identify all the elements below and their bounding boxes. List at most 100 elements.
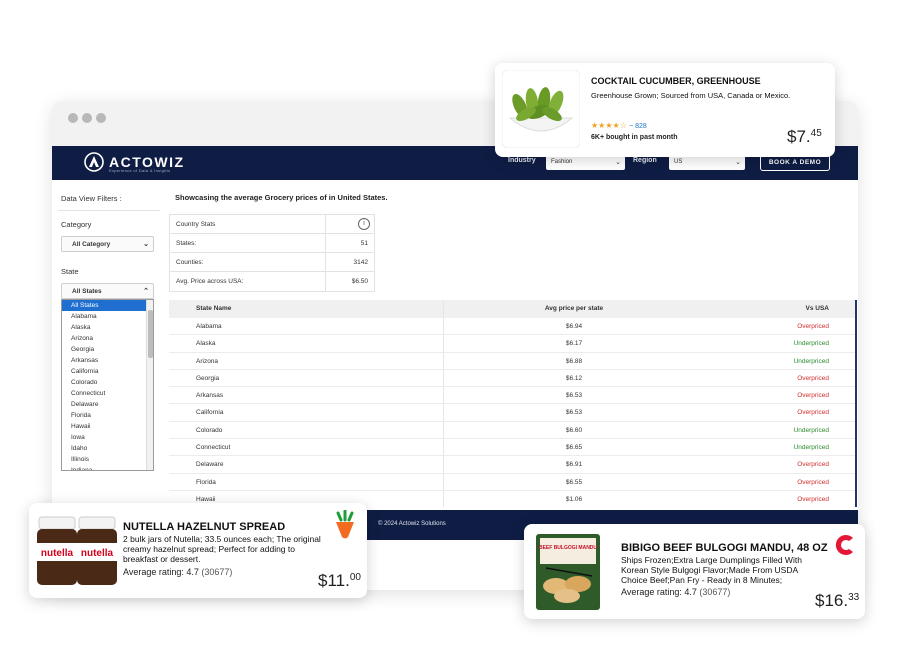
- state-option[interactable]: Arkansas: [62, 355, 153, 366]
- cell-avg-price: $6.53: [565, 392, 583, 400]
- column-divider: [325, 253, 326, 272]
- column-divider: [443, 404, 444, 421]
- cell-vs-usa: Overpriced: [797, 461, 829, 469]
- table-row[interactable]: Connecticut $6.65 Underpriced: [169, 439, 855, 457]
- stat-row: States: 51: [170, 234, 374, 253]
- costco-c-icon: [835, 535, 853, 555]
- product-description: 2 bulk jars of Nutella; 33.5 ounces each…: [123, 534, 321, 564]
- column-divider: [443, 439, 444, 456]
- state-option[interactable]: Iowa: [62, 432, 153, 443]
- stat-row: Avg. Price across USA: $6.50: [170, 272, 374, 291]
- copyright-text: © 2024 Actowiz Solutions: [378, 521, 446, 527]
- window-dot-maximize[interactable]: [96, 113, 106, 123]
- state-option[interactable]: Idaho: [62, 443, 153, 454]
- cell-state-name: California: [196, 409, 224, 417]
- star-rating-icon: ★★★★☆: [591, 121, 627, 130]
- product-title: COCKTAIL CUCUMBER, GREENHOUSE: [591, 76, 761, 86]
- nutella-jars-image: nutella nutella: [37, 516, 117, 585]
- state-option[interactable]: Alaska: [62, 322, 153, 333]
- cell-vs-usa: Underpriced: [793, 426, 829, 434]
- window-dot-close[interactable]: [68, 113, 78, 123]
- table-row[interactable]: California $6.53 Overpriced: [169, 404, 855, 422]
- state-option[interactable]: Arizona: [62, 333, 153, 344]
- cell-state-name: Colorado: [196, 426, 223, 434]
- cell-avg-price: $6.55: [565, 478, 583, 486]
- cell-vs-usa: Overpriced: [797, 409, 829, 417]
- brand-name: ACTOWIZ: [109, 154, 185, 170]
- table-row[interactable]: Arkansas $6.53 Overpriced: [169, 387, 855, 405]
- region-select[interactable]: US ⌄: [669, 155, 745, 170]
- industry-label: Industry: [508, 157, 536, 164]
- column-divider: [443, 387, 444, 404]
- cell-vs-usa: Underpriced: [793, 444, 829, 452]
- stat-label: States:: [176, 240, 197, 247]
- brand-tagline: Experience of Data & Insights: [109, 168, 171, 173]
- state-option[interactable]: Georgia: [62, 344, 153, 355]
- product-price: $11.00: [318, 571, 361, 591]
- column-divider: [443, 318, 444, 335]
- rating-row: Average rating: 4.7 (30677): [621, 587, 730, 597]
- divider: [58, 210, 160, 211]
- product-card-bibigo[interactable]: BEEF BULGOGI MANDU BIBIGO BEEF BULGOGI M…: [524, 524, 865, 619]
- window-dot-minimize[interactable]: [82, 113, 92, 123]
- table-row[interactable]: Alabama $6.94 Overpriced: [169, 318, 855, 336]
- industry-select[interactable]: Fashion ⌄: [546, 155, 625, 170]
- state-option[interactable]: California: [62, 366, 153, 377]
- table-row[interactable]: Delaware $6.91 Overpriced: [169, 456, 855, 474]
- cell-state-name: Hawaii: [196, 495, 216, 503]
- header-vs-usa[interactable]: Vs USA: [806, 305, 829, 312]
- state-option[interactable]: Illinois: [62, 454, 153, 465]
- state-option[interactable]: Colorado: [62, 377, 153, 388]
- state-option[interactable]: Delaware: [62, 399, 153, 410]
- cell-vs-usa: Overpriced: [797, 478, 829, 486]
- scrollbar-thumb[interactable]: [148, 310, 153, 358]
- column-divider: [443, 473, 444, 490]
- rating-row: Average rating: 4.7 (30677): [123, 567, 232, 577]
- table-header: State Name Avg price per state Vs USA: [169, 300, 855, 318]
- state-option[interactable]: Hawaii: [62, 421, 153, 432]
- stat-label: Avg. Price across USA:: [176, 278, 244, 285]
- chevron-down-icon: ⌄: [735, 159, 741, 166]
- table-row[interactable]: Alaska $6.17 Underpriced: [169, 335, 855, 353]
- region-select-value: US: [674, 159, 683, 165]
- price-main: $7.: [787, 127, 811, 146]
- header-avg-price[interactable]: Avg price per state: [499, 305, 649, 312]
- product-card-nutella[interactable]: nutella nutella NUTELLA HAZELNUT SPREAD …: [29, 503, 367, 598]
- mandu-box-image: BEEF BULGOGI MANDU: [536, 534, 600, 610]
- category-select[interactable]: All Category ⌄: [61, 236, 154, 252]
- cell-state-name: Arkansas: [196, 392, 224, 400]
- box-label: BEEF BULGOGI MANDU: [539, 545, 597, 551]
- category-select-value: All Category: [72, 241, 111, 248]
- cell-avg-price: $6.88: [565, 357, 583, 365]
- header-state-name[interactable]: State Name: [196, 305, 231, 312]
- price-cents: 00: [349, 572, 361, 583]
- region-label: Region: [633, 157, 657, 164]
- product-price: $7.45: [787, 127, 822, 147]
- state-option[interactable]: All States: [62, 300, 153, 311]
- state-option[interactable]: Alabama: [62, 311, 153, 322]
- state-option[interactable]: Florida: [62, 410, 153, 421]
- table-row[interactable]: Florida $6.55 Overpriced: [169, 473, 855, 491]
- product-card-cucumber[interactable]: COCKTAIL CUCUMBER, GREENHOUSE Greenhouse…: [495, 63, 835, 157]
- dropdown-scrollbar[interactable]: [146, 300, 153, 470]
- price-cents: 33: [848, 592, 860, 603]
- page-heading: Showcasing the average Grocery prices of…: [175, 193, 388, 202]
- cell-vs-usa: Overpriced: [797, 495, 829, 503]
- state-option[interactable]: Connecticut: [62, 388, 153, 399]
- cell-vs-usa: Overpriced: [797, 392, 829, 400]
- brand-logo[interactable]: ACTOWIZ Experience of Data & Insights: [84, 152, 185, 173]
- table-row[interactable]: Georgia $6.12 Overpriced: [169, 369, 855, 388]
- state-dropdown-list[interactable]: All States Alabama Alaska Arizona Georgia Ark…: [61, 299, 154, 471]
- table-row[interactable]: Arizona $6.88 Underpriced: [169, 352, 855, 370]
- table-row[interactable]: Colorado $6.60 Underpriced: [169, 421, 855, 440]
- cucumber-bowl-image: [502, 70, 580, 148]
- review-count[interactable]: ~ 828: [629, 123, 647, 130]
- cell-avg-price: $6.53: [565, 409, 583, 417]
- column-divider: [443, 421, 444, 439]
- state-select[interactable]: All States ⌃: [61, 283, 154, 299]
- state-label: State: [61, 267, 79, 276]
- stat-label: Counties:: [176, 259, 204, 266]
- price-cents: 45: [810, 128, 822, 139]
- state-option[interactable]: Indiana: [62, 465, 153, 470]
- info-icon[interactable]: i: [358, 218, 370, 230]
